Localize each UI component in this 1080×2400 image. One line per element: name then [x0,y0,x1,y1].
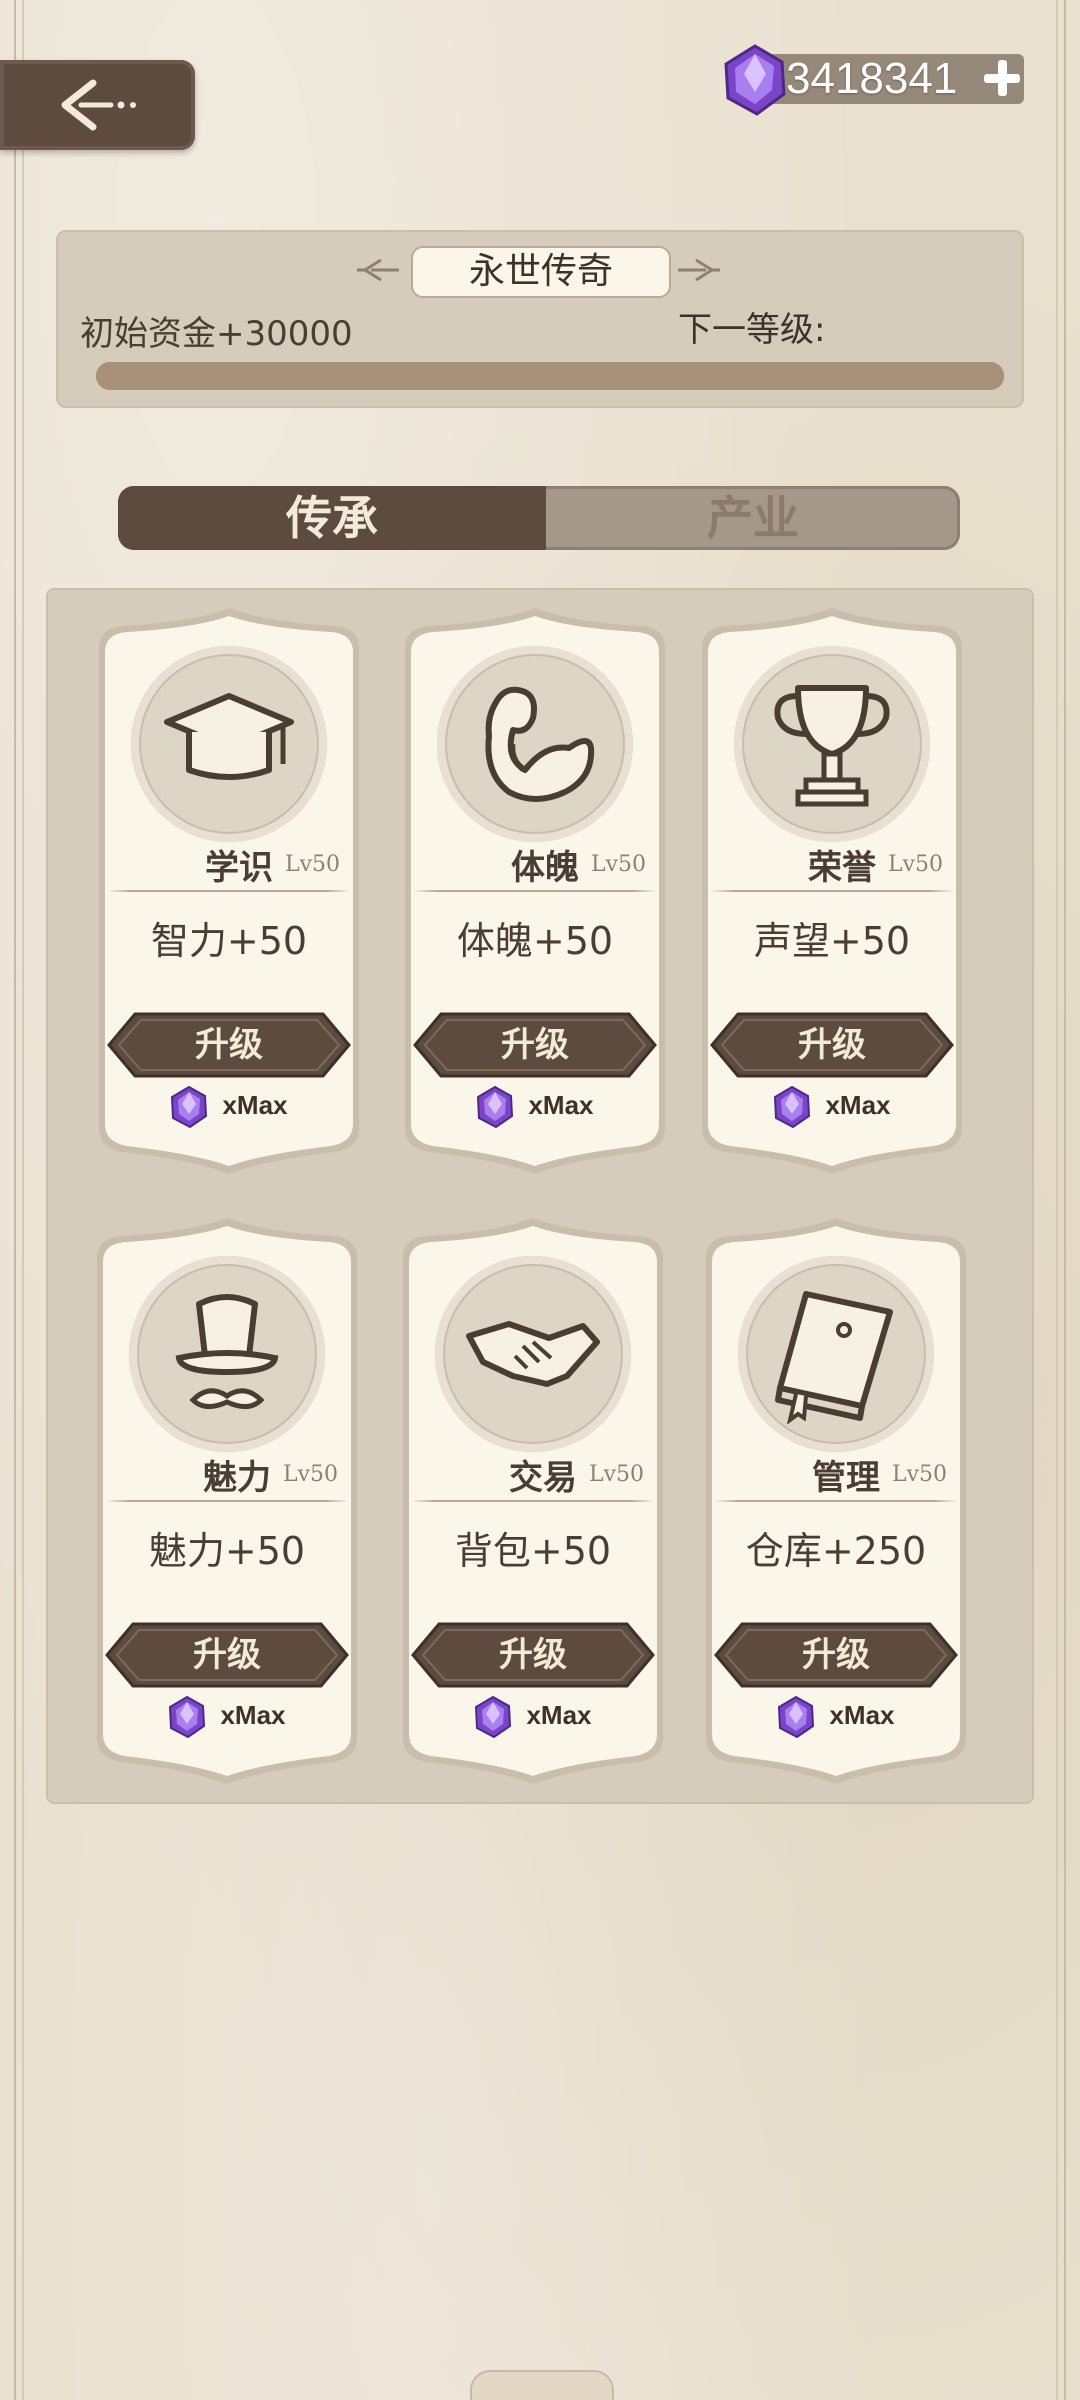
upgrade-grid: 学识 Lv50 智力+50 升级 xMax 体魄 Lv50 体魄+50 升级 x… [46,588,1034,1804]
card-level: Lv50 [892,1462,948,1487]
next-level-label: 下一等级: [678,310,826,350]
upgrade-button-label: 升级 [499,1635,567,1675]
bottom-ornament [470,2370,614,2400]
tab-inheritance[interactable]: 传承 [118,486,546,550]
card-name: 魅力 [203,1458,271,1498]
upgrade-cost: xMax [696,1086,968,1128]
gem-icon [774,1086,811,1128]
upgrade-cost-value: xMax [526,1699,592,1730]
card-effect: 体魄+50 [456,919,614,963]
currency-display: 3418341 [722,44,1024,116]
card-effect: 声望+50 [753,919,911,963]
frame-border-left-inner [22,0,24,2400]
gem-icon [169,1696,206,1738]
card-divider [107,890,351,892]
upgrade-button[interactable]: 升级 [714,1622,958,1688]
upgrade-button-label: 升级 [193,1635,261,1675]
start-fund-label: 初始资金+30000 [80,314,353,354]
card-divider [411,1500,655,1502]
upgrade-cost-value: xMax [220,1699,286,1730]
upgrade-button[interactable]: 升级 [413,1012,657,1078]
upgrade-card-5: 交易 Lv50 背包+50 升级 xMax [397,1218,669,1786]
gem-icon [475,1696,512,1738]
wing-ornament-right-icon [678,258,720,282]
back-arrow-icon [61,79,136,131]
frame-border-right-inner [1056,0,1058,2400]
upgrade-card-2: 体魄 Lv50 体魄+50 升级 xMax [399,608,671,1176]
card-divider [105,1500,349,1502]
gem-icon [477,1086,514,1128]
card-level: Lv50 [589,1462,645,1487]
upgrade-cost: xMax [397,1696,669,1738]
upgrade-button-label: 升级 [802,1635,870,1675]
upgrade-card-4: 魅力 Lv50 魅力+50 升级 xMax [91,1218,363,1786]
upgrade-cost: xMax [93,1086,365,1128]
add-currency-button[interactable] [982,58,1022,98]
card-divider [413,890,657,892]
tab-bar: 传承 产业 [118,486,960,550]
back-button[interactable] [0,60,195,150]
card-icon-circle [435,1256,631,1452]
gem-icon [778,1696,815,1738]
upgrade-card-6: 管理 Lv50 仓库+250 升级 xMax [700,1218,972,1786]
frame-border-right [1064,0,1066,2400]
upgrade-cost-value: xMax [829,1699,895,1730]
card-icon-circle [129,1256,325,1452]
flexed-arm-icon [485,686,595,802]
card-divider [714,1500,958,1502]
level-progress-fill [96,362,1004,390]
upgrade-button[interactable]: 升级 [107,1012,351,1078]
level-progress-bar [96,362,1004,390]
upgrade-button[interactable]: 升级 [710,1012,954,1078]
card-icon-circle [734,646,930,842]
level-title: 永世传奇 [411,246,671,298]
upgrade-button[interactable]: 升级 [105,1622,349,1688]
tab-industry[interactable]: 产业 [546,486,960,550]
book-icon [775,1291,893,1424]
card-icon-circle [437,646,633,842]
upgrade-cost-value: xMax [222,1089,288,1120]
card-name: 交易 [509,1458,577,1498]
wing-ornament-left-icon [357,258,399,282]
card-icon-circle [131,646,327,842]
level-panel: 永世传奇 初始资金+30000 下一等级: [56,230,1024,408]
card-level: Lv50 [888,852,944,877]
upgrade-button-label: 升级 [195,1025,263,1065]
card-name: 荣誉 [808,848,876,888]
upgrade-button-label: 升级 [501,1025,569,1065]
card-level: Lv50 [283,1462,339,1487]
trophy-icon [774,685,890,807]
upgrade-cost: xMax [700,1696,972,1738]
gem-icon [171,1086,208,1128]
card-name: 体魄 [511,848,579,888]
upgrade-cost-value: xMax [825,1089,891,1120]
upgrade-button[interactable]: 升级 [411,1622,655,1688]
card-divider [710,890,954,892]
handshake-icon [466,1321,600,1387]
card-effect: 背包+50 [454,1529,612,1573]
card-level: Lv50 [591,852,647,877]
gem-icon [724,44,786,116]
currency-amount: 3418341 [786,54,958,103]
upgrade-cost: xMax [399,1086,671,1128]
upgrade-card-3: 荣誉 Lv50 声望+50 升级 xMax [696,608,968,1176]
upgrade-card-1: 学识 Lv50 智力+50 升级 xMax [93,608,365,1176]
card-effect: 魅力+50 [148,1529,306,1573]
card-effect: 仓库+250 [745,1529,927,1573]
card-name: 管理 [812,1458,880,1498]
top-hat-icon [175,1294,279,1409]
upgrade-cost: xMax [91,1696,363,1738]
card-effect: 智力+50 [150,919,308,963]
frame-border-left [14,0,16,2400]
upgrade-button-label: 升级 [798,1025,866,1065]
upgrade-cost-value: xMax [528,1089,594,1120]
card-name: 学识 [205,848,273,888]
card-icon-circle [738,1256,934,1452]
card-level: Lv50 [285,852,341,877]
graduation-cap-icon [164,693,294,780]
